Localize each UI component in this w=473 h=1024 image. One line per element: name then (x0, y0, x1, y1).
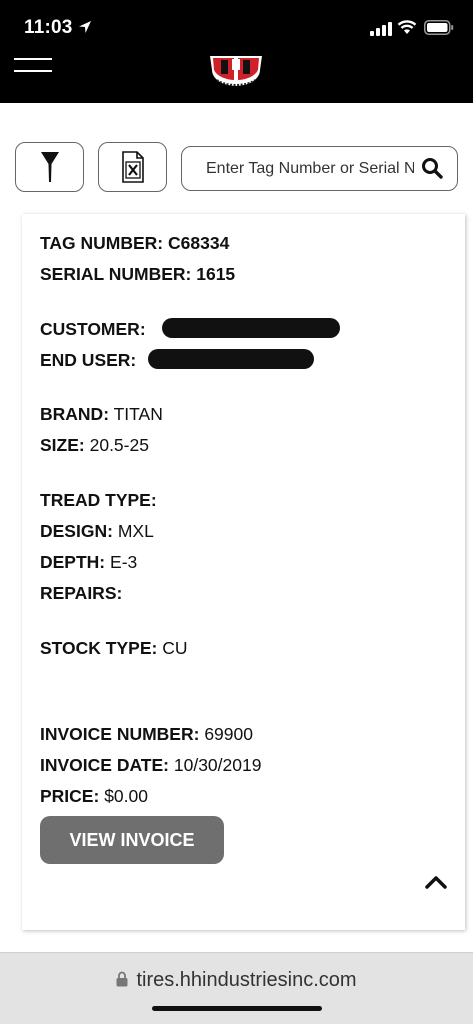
size-label: SIZE: (40, 435, 85, 455)
depth-row: DEPTH: E-3 (40, 552, 137, 572)
tread-type-label: TREAD TYPE: (40, 490, 157, 510)
view-invoice-button[interactable]: VIEW INVOICE (40, 816, 224, 864)
status-time: 11:03 (24, 17, 73, 38)
design-label: DESIGN: (40, 521, 113, 541)
invoice-number-value: 69900 (204, 724, 253, 744)
location-arrow-icon (79, 21, 91, 33)
search-icon[interactable] (421, 157, 443, 179)
serial-number-value: 1615 (196, 264, 236, 284)
invoice-number-row: INVOICE NUMBER: 69900 (40, 724, 253, 744)
repairs-label: REPAIRS: (40, 583, 123, 603)
tag-number-row: TAG NUMBER: C68334 (40, 233, 229, 253)
stock-type-label: STOCK TYPE: (40, 638, 158, 658)
filter-button[interactable] (15, 142, 84, 192)
lock-icon (116, 971, 128, 987)
brand-row: BRAND: TITAN (40, 404, 163, 424)
export-excel-button[interactable] (98, 142, 167, 192)
tag-number-label: TAG NUMBER: (40, 233, 164, 253)
price-row: PRICE: $0.00 (40, 786, 148, 806)
browser-url-bar[interactable]: tires.hhindustriesinc.com (0, 952, 473, 1024)
invoice-number-label: INVOICE NUMBER: (40, 724, 200, 744)
depth-value: E-3 (110, 552, 138, 572)
customer-label: CUSTOMER: (40, 319, 146, 339)
invoice-date-label: INVOICE DATE: (40, 755, 169, 775)
end-user-label: END USER: (40, 350, 137, 370)
filter-funnel-icon (40, 152, 59, 182)
size-row: SIZE: 20.5-25 (40, 435, 149, 455)
wifi-icon (397, 20, 417, 34)
design-value: MXL (117, 521, 154, 541)
design-row: DESIGN: MXL (40, 521, 154, 541)
search-input[interactable] (206, 157, 414, 181)
battery-icon (424, 20, 454, 35)
cellular-signal-icon (370, 22, 392, 36)
url-display[interactable]: tires.hhindustriesinc.com (0, 969, 473, 992)
customer-redaction (162, 318, 340, 338)
depth-label: DEPTH: (40, 552, 106, 572)
invoice-date-value: 10/30/2019 (173, 755, 262, 775)
brand-label: BRAND: (40, 404, 110, 424)
brand-value: TITAN (113, 404, 163, 424)
search-box[interactable] (181, 146, 458, 191)
end-user-redaction (148, 349, 314, 369)
stock-type-value: CU (162, 638, 188, 658)
customer-row: CUSTOMER: (40, 319, 146, 339)
invoice-date-row: INVOICE DATE: 10/30/2019 (40, 755, 261, 775)
hh-industries-logo (210, 56, 262, 86)
stock-type-row: STOCK TYPE: CU (40, 638, 188, 658)
repairs-row: REPAIRS: (40, 583, 122, 603)
size-value: 20.5-25 (89, 435, 149, 455)
tag-number-value: C68334 (168, 233, 230, 253)
home-indicator[interactable] (152, 1006, 322, 1011)
price-value: $0.00 (104, 786, 148, 806)
end-user-row: END USER: (40, 350, 136, 370)
tread-type-row: TREAD TYPE: (40, 490, 157, 510)
top-bar: 11:03 (0, 0, 473, 103)
excel-export-icon (121, 151, 144, 183)
serial-number-label: SERIAL NUMBER: (40, 264, 192, 284)
url-text: tires.hhindustriesinc.com (136, 969, 357, 991)
hamburger-menu-icon[interactable] (14, 58, 52, 72)
chevron-up-icon[interactable] (424, 872, 448, 892)
price-label: PRICE: (40, 786, 100, 806)
serial-number-row: SERIAL NUMBER: 1615 (40, 264, 235, 284)
